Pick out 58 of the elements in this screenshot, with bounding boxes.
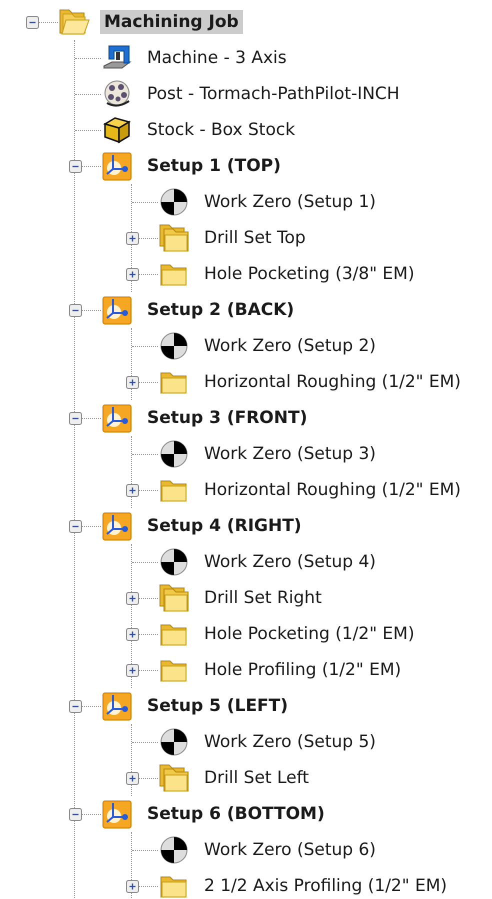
tree-item[interactable]: Machine - 3 Axis [143, 46, 291, 70]
tree-item[interactable]: 2 1/2 Axis Profiling (1/2" EM) [200, 874, 452, 898]
tree-item[interactable]: Machining Job [100, 10, 243, 34]
tree-item[interactable]: Work Zero (Setup 6) [200, 838, 380, 862]
tree-item[interactable]: Setup 2 (BACK) [143, 298, 298, 322]
work-zero-icon [159, 439, 189, 469]
work-zero-icon [159, 727, 189, 757]
collapse-button[interactable] [68, 160, 82, 172]
collapse-button[interactable] [68, 808, 82, 820]
cube-icon [102, 115, 132, 145]
setup-icon [101, 403, 133, 433]
tree-item[interactable]: Stock - Box Stock [143, 118, 300, 142]
tree-item[interactable]: Work Zero (Setup 1) [200, 190, 380, 214]
expand-button[interactable] [126, 772, 138, 784]
work-zero-icon [159, 331, 189, 361]
folders-icon [158, 583, 190, 613]
folders-icon [158, 763, 190, 793]
expand-button[interactable] [126, 232, 138, 244]
expand-button[interactable] [126, 484, 138, 496]
tree-item[interactable]: Hole Pocketing (3/8" EM) [200, 262, 418, 286]
expand-button[interactable] [126, 628, 138, 640]
tree-item[interactable]: Work Zero (Setup 4) [200, 550, 380, 574]
setup-icon [101, 511, 133, 541]
work-zero-icon [159, 547, 189, 577]
tree-item[interactable]: Hole Pocketing (1/2" EM) [200, 622, 418, 646]
tree-item[interactable]: Setup 5 (LEFT) [143, 694, 292, 718]
tree-item[interactable]: Work Zero (Setup 3) [200, 442, 380, 466]
tree-item[interactable]: Work Zero (Setup 2) [200, 334, 380, 358]
tree-item[interactable]: Setup 3 (FRONT) [143, 406, 312, 430]
tree-item[interactable]: Drill Set Left [200, 766, 313, 790]
setup-icon [101, 691, 133, 721]
tree-item[interactable]: Drill Set Top [200, 226, 310, 250]
setup-icon [101, 799, 133, 829]
setup-icon [101, 151, 133, 181]
collapse-button[interactable] [26, 16, 38, 28]
folders-icon [158, 223, 190, 253]
tree-item[interactable]: Setup 6 (BOTTOM) [143, 802, 329, 826]
tree-item[interactable]: Work Zero (Setup 5) [200, 730, 380, 754]
collapse-button[interactable] [68, 700, 82, 712]
collapse-button[interactable] [68, 520, 82, 532]
tree-item[interactable]: Setup 1 (TOP) [143, 154, 285, 178]
expand-button[interactable] [126, 664, 138, 676]
tree-item[interactable]: Horizontal Roughing (1/2" EM) [200, 478, 465, 502]
collapse-button[interactable] [68, 304, 82, 316]
work-zero-icon [159, 835, 189, 865]
expand-button[interactable] [126, 268, 138, 280]
tree-item[interactable]: Horizontal Roughing (1/2" EM) [200, 370, 465, 394]
tree-item[interactable]: Hole Profiling (1/2" EM) [200, 658, 406, 682]
open-folder-icon [58, 7, 90, 37]
expand-button[interactable] [126, 592, 138, 604]
tree-item[interactable]: Setup 4 (RIGHT) [143, 514, 306, 538]
tree-item[interactable]: Drill Set Right [200, 586, 326, 610]
tree-item[interactable]: Post - Tormach-PathPilot-INCH [143, 82, 404, 106]
collapse-button[interactable] [68, 412, 82, 424]
expand-button[interactable] [126, 376, 138, 388]
setup-icon [101, 295, 133, 325]
expand-button[interactable] [126, 880, 138, 892]
work-zero-icon [159, 187, 189, 217]
